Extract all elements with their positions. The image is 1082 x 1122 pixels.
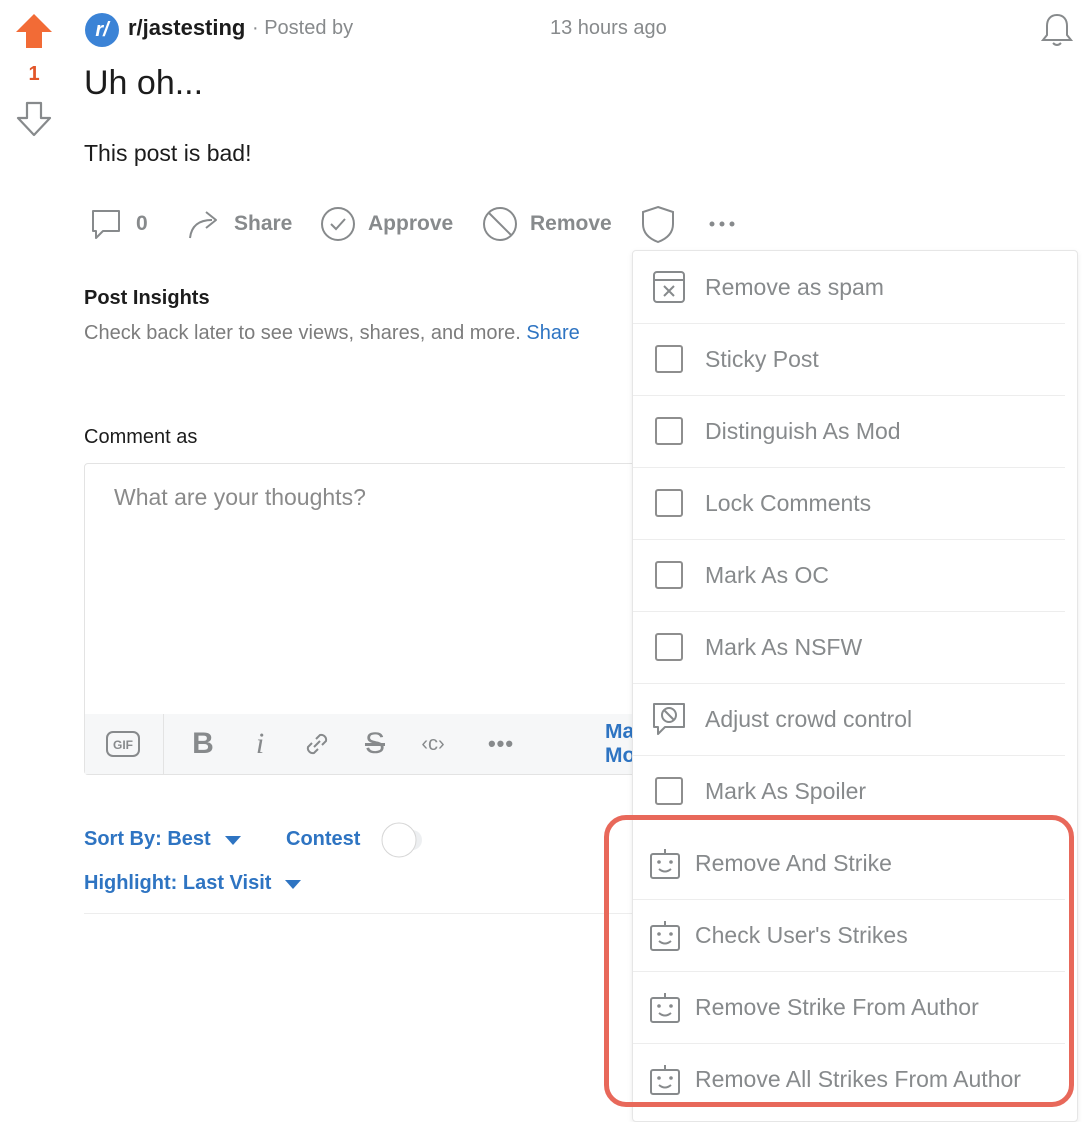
- menu-item-label: Remove as spam: [705, 273, 884, 300]
- toolbar-divider: [163, 714, 164, 774]
- check-circle-icon: [320, 206, 356, 242]
- highlight-dropdown[interactable]: Highlight: Last Visit: [84, 872, 302, 895]
- subreddit-name-link[interactable]: r/jastesting: [128, 15, 245, 41]
- menu-item-remove-as-spam[interactable]: Remove as spam: [633, 251, 1065, 324]
- vote-count: 1: [28, 63, 40, 85]
- share-arrow-icon: [186, 206, 222, 242]
- menu-item-label: Check User's Strikes: [695, 921, 908, 948]
- menu-item-label: Distinguish As Mod: [705, 417, 901, 444]
- crowd-control-icon: [651, 701, 687, 737]
- posted-by-text: · Posted by: [252, 17, 354, 39]
- remove-button[interactable]: Remove: [482, 202, 612, 246]
- insights-share-link[interactable]: Share: [526, 322, 579, 344]
- downvote-arrow-icon[interactable]: [15, 100, 53, 138]
- spam-icon: [651, 269, 687, 305]
- comment-input[interactable]: What are your thoughts?: [114, 484, 366, 511]
- divider: [84, 913, 632, 914]
- comments-count: 0: [136, 212, 148, 235]
- upvote-arrow-icon[interactable]: [14, 12, 54, 52]
- inline-code-button[interactable]: ‹c›: [413, 724, 453, 764]
- menu-item-label: Remove And Strike: [695, 849, 892, 876]
- checkbox[interactable]: [651, 629, 687, 665]
- robot-icon: [647, 845, 683, 881]
- menu-item-mark-as-nsfw[interactable]: Mark As NSFW: [633, 611, 1065, 684]
- ban-circle-icon: [482, 206, 518, 242]
- mod-shield-icon[interactable]: [638, 204, 678, 244]
- gif-button[interactable]: GIF: [103, 724, 143, 764]
- post-body: This post is bad!: [84, 140, 252, 166]
- menu-item-label: Remove Strike From Author: [695, 993, 979, 1020]
- remove-label: Remove: [530, 212, 612, 235]
- sort-by-label: Sort By: Best: [84, 828, 211, 850]
- contest-mode-toggle[interactable]: [378, 820, 424, 860]
- checkbox[interactable]: [651, 773, 687, 809]
- menu-item-label: Sticky Post: [705, 345, 819, 372]
- checkbox[interactable]: [651, 413, 687, 449]
- robot-icon: [647, 1061, 683, 1097]
- menu-item-label: Mark As OC: [705, 561, 829, 588]
- menu-item-remove-strike-from-author[interactable]: Remove Strike From Author: [633, 971, 1065, 1044]
- menu-item-label: Adjust crowd control: [705, 705, 913, 732]
- highlight-label: Highlight: Last Visit: [84, 872, 272, 894]
- menu-item-sticky-post[interactable]: Sticky Post: [633, 323, 1065, 396]
- menu-item-check-users-strikes[interactable]: Check User's Strikes: [633, 899, 1065, 972]
- menu-item-distinguish-as-mod[interactable]: Distinguish As Mod: [633, 395, 1065, 468]
- menu-item-lock-comments[interactable]: Lock Comments: [633, 467, 1065, 540]
- comment-editor[interactable]: What are your thoughts? GIF B i S ‹c› ••…: [84, 463, 646, 775]
- sort-by-dropdown[interactable]: Sort By: Best: [84, 828, 241, 851]
- menu-item-mark-as-oc[interactable]: Mark As OC: [633, 539, 1065, 612]
- post-title[interactable]: Uh oh...: [84, 64, 203, 103]
- approve-label: Approve: [368, 212, 454, 235]
- comment-icon: [88, 206, 124, 242]
- post-insights-title: Post Insights: [84, 287, 210, 309]
- bold-button[interactable]: B: [185, 724, 221, 764]
- menu-item-label: Remove All Strikes From Author: [695, 1065, 1021, 1092]
- menu-item-label: Lock Comments: [705, 489, 872, 516]
- more-options-icon[interactable]: [704, 204, 744, 244]
- caret-down-icon: [224, 836, 241, 845]
- notification-bell-icon[interactable]: [1037, 10, 1077, 50]
- robot-icon: [647, 989, 683, 1025]
- checkbox[interactable]: [651, 557, 687, 593]
- subreddit-avatar[interactable]: r/: [85, 13, 119, 47]
- menu-item-remove-all-strikes-from-author[interactable]: Remove All Strikes From Author: [633, 1043, 1065, 1115]
- robot-icon: [647, 917, 683, 953]
- contest-mode-label: Contest: [286, 828, 361, 850]
- comment-toolbar: GIF B i S ‹c› ••• Markdown Mode: [85, 714, 645, 774]
- checkbox[interactable]: [651, 341, 687, 377]
- comment-as-label: Comment as: [84, 426, 198, 448]
- post-insights-text: Check back later to see views, shares, a…: [84, 322, 580, 345]
- strikethrough-button[interactable]: S: [357, 724, 393, 764]
- comments-button[interactable]: 0: [88, 202, 148, 246]
- menu-item-label: Mark As Spoiler: [705, 777, 867, 804]
- toolbar-more-button[interactable]: •••: [481, 724, 521, 764]
- share-button[interactable]: Share: [186, 202, 292, 246]
- checkbox[interactable]: [651, 485, 687, 521]
- menu-item-remove-and-strike[interactable]: Remove And Strike: [633, 827, 1065, 900]
- italic-button[interactable]: i: [245, 724, 275, 764]
- insights-description: Check back later to see views, shares, a…: [84, 322, 527, 344]
- menu-item-mark-as-spoiler[interactable]: Mark As Spoiler: [633, 755, 1065, 827]
- approve-button[interactable]: Approve: [320, 202, 453, 246]
- gif-label: GIF: [113, 738, 133, 752]
- link-icon[interactable]: [299, 724, 335, 764]
- caret-down-icon: [285, 880, 302, 889]
- share-label: Share: [234, 212, 293, 235]
- menu-item-label: Mark As NSFW: [705, 633, 863, 660]
- menu-item-adjust-crowd-control[interactable]: Adjust crowd control: [633, 683, 1065, 756]
- post-timestamp[interactable]: 13 hours ago: [550, 17, 667, 40]
- mod-actions-menu: Remove as spam Sticky Post Distinguish A…: [632, 250, 1078, 1122]
